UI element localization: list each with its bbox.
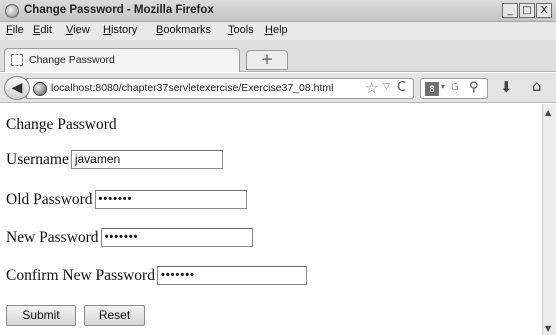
reload-icon[interactable]: C (397, 80, 406, 95)
navigation-bar: localhost:8080/chapter37servletexercise/… (0, 73, 556, 103)
dropdown-arrow-icon[interactable]: ▽ (383, 82, 390, 92)
menu-bookmarks[interactable]: Bookmarks (156, 24, 211, 36)
page-content: Change Password Username javamen Old Pas… (0, 104, 542, 335)
window-title: Change Password - Mozilla Firefox (24, 4, 214, 16)
username-field[interactable]: javamen (70, 150, 223, 169)
close-button[interactable]: X (536, 3, 552, 18)
menu-history[interactable]: History (103, 24, 137, 36)
confirm-password-row: Confirm New Password ••••••• (6, 266, 307, 285)
globe-icon (33, 82, 47, 96)
search-engine-dropdown-icon[interactable]: ▾ (441, 82, 445, 91)
tab-strip: Change Password + (0, 40, 556, 72)
firefox-icon (5, 4, 19, 18)
reset-button[interactable]: Reset (84, 305, 145, 326)
url-bar[interactable]: localhost:8080/chapter37servletexercise/… (26, 78, 414, 99)
blank-page-icon (11, 54, 23, 66)
download-icon[interactable]: ⬇ (500, 78, 513, 96)
scroll-down-icon[interactable]: ▼ (545, 324, 551, 333)
menu-bar: File Edit View History Bookmarks Tools H… (0, 22, 556, 40)
old-password-row: Old Password ••••••• (6, 190, 247, 209)
window-controls: _ □ X (501, 3, 552, 18)
tab-title: Change Password (29, 54, 115, 66)
confirm-password-label: Confirm New Password (6, 266, 155, 284)
menu-view[interactable]: View (66, 24, 90, 36)
menu-edit[interactable]: Edit (33, 24, 52, 36)
search-engine-icon[interactable]: 8 (425, 82, 439, 96)
magnifier-icon[interactable]: ⚲ (469, 80, 479, 95)
username-row: Username javamen (6, 150, 223, 169)
back-button[interactable]: ◀ (4, 76, 30, 100)
new-tab-button[interactable]: + (246, 50, 288, 70)
username-label: Username (6, 150, 69, 168)
title-bar: Change Password - Mozilla Firefox _ □ X (0, 0, 556, 22)
star-icon[interactable]: ☆ (365, 79, 378, 97)
search-box[interactable]: 8 ▾ G ⚲ (420, 78, 488, 99)
scroll-up-icon[interactable]: ▲ (545, 108, 551, 117)
menu-tools[interactable]: Tools (228, 24, 254, 36)
maximize-button[interactable]: □ (519, 3, 535, 18)
url-text[interactable]: localhost:8080/chapter37servletexercise/… (51, 82, 334, 94)
minimize-button[interactable]: _ (502, 3, 518, 18)
page-title: Change Password (6, 116, 117, 133)
submit-button[interactable]: Submit (6, 305, 76, 326)
old-password-field[interactable]: ••••••• (94, 190, 247, 209)
menu-file[interactable]: File (6, 24, 24, 36)
home-icon[interactable]: ⌂ (532, 77, 542, 95)
back-arrow-icon: ◀ (11, 80, 23, 96)
vertical-scrollbar[interactable]: ▲ ▼ (542, 104, 556, 335)
new-password-row: New Password ••••••• (6, 228, 253, 247)
new-password-field[interactable]: ••••••• (100, 228, 253, 247)
search-placeholder: G (451, 82, 459, 93)
tab-change-password[interactable]: Change Password (4, 48, 240, 72)
new-password-label: New Password (6, 228, 99, 246)
old-password-label: Old Password (6, 190, 93, 208)
confirm-password-field[interactable]: ••••••• (156, 266, 307, 285)
menu-help[interactable]: Help (265, 24, 288, 36)
browser-window: Change Password - Mozilla Firefox _ □ X … (0, 0, 556, 335)
